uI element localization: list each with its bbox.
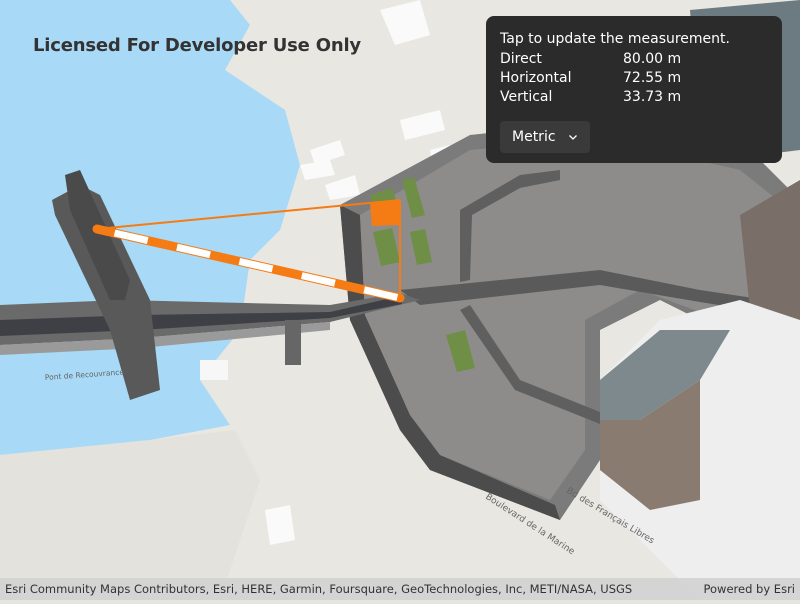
measurement-value: 33.73 m <box>623 89 682 105</box>
measurement-row-horizontal: Horizontal 72.55 m <box>500 69 768 88</box>
powered-by-esri[interactable]: Powered by Esri <box>704 582 796 596</box>
license-watermark: Licensed For Developer Use Only <box>33 35 361 56</box>
measurement-panel: Tap to update the measurement. Direct 80… <box>486 16 782 163</box>
measurement-value: 72.55 m <box>623 70 682 86</box>
measurement-label: Horizontal <box>500 70 572 86</box>
attribution-bar: Esri Community Maps Contributors, Esri, … <box>0 578 800 600</box>
chevron-down-icon <box>568 135 577 140</box>
measurement-row-vertical: Vertical 33.73 m <box>500 88 768 107</box>
measurement-hint: Tap to update the measurement. <box>500 31 730 47</box>
measurement-value: 80.00 m <box>623 51 682 67</box>
measurement-row-direct: Direct 80.00 m <box>500 50 768 69</box>
unit-system-dropdown[interactable]: Metric <box>500 121 590 153</box>
measurement-label: Direct <box>500 51 542 67</box>
attribution-credits: Esri Community Maps Contributors, Esri, … <box>5 582 633 596</box>
measurement-label: Vertical <box>500 89 553 105</box>
unit-system-value: Metric <box>512 129 556 145</box>
